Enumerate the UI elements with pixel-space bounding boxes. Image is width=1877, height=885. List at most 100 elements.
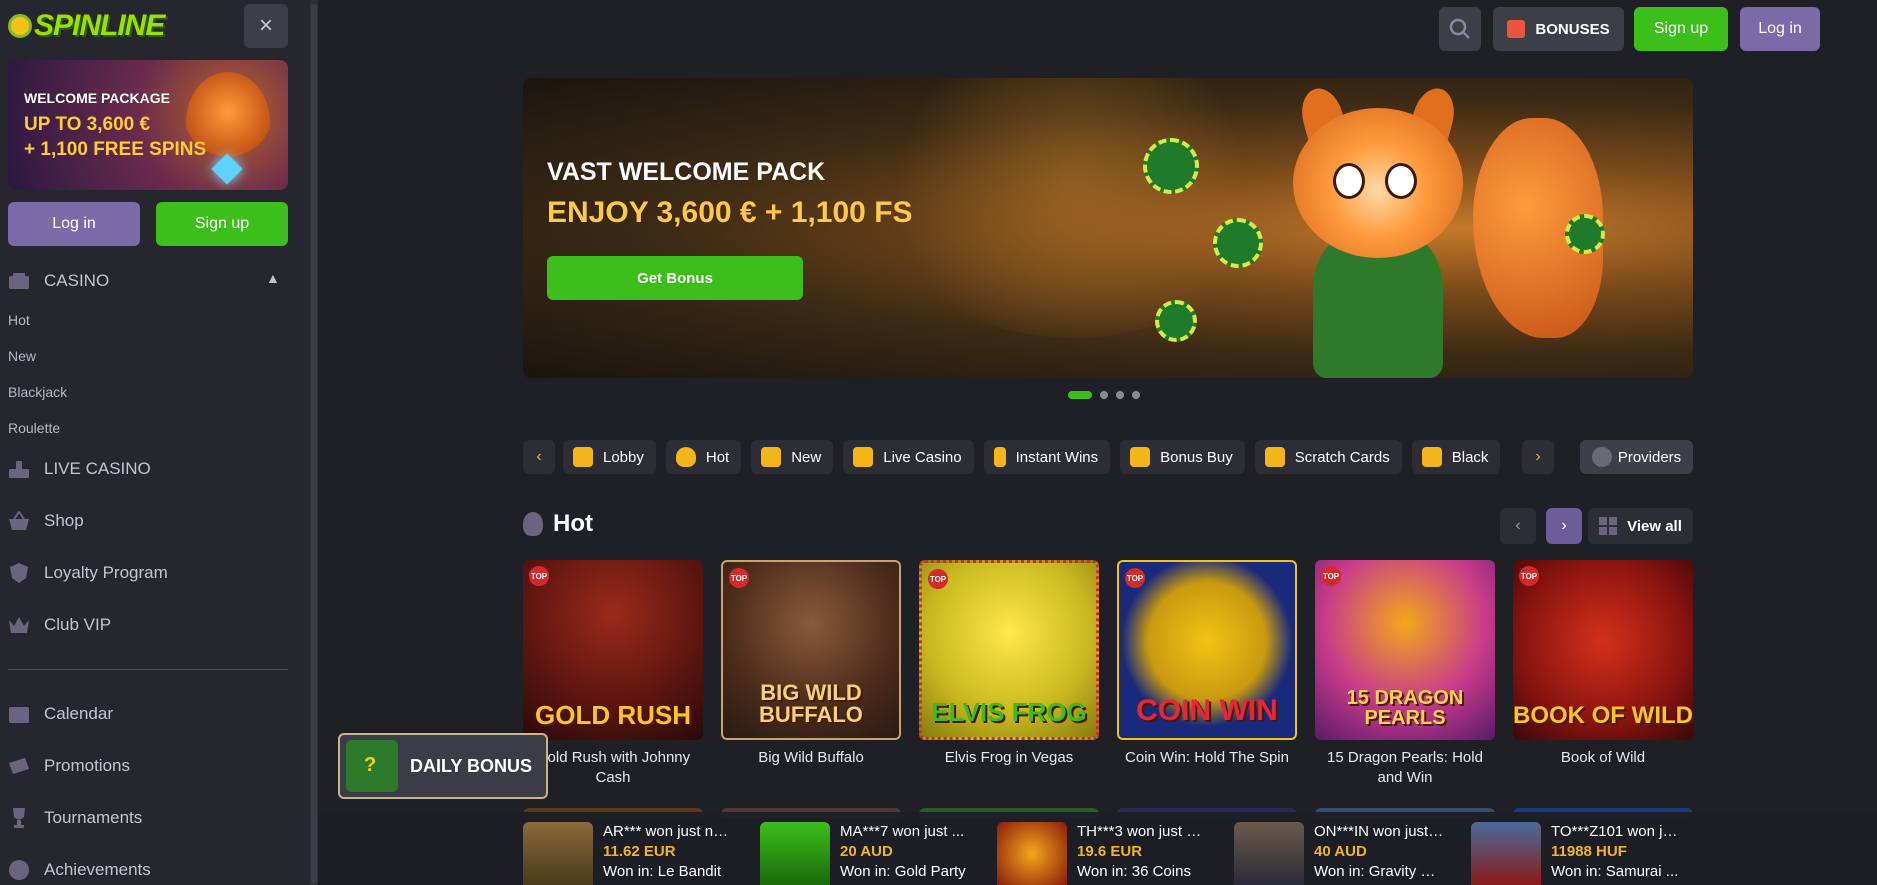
sidebar-sub-new[interactable]: New (8, 348, 36, 364)
sidebar-scrollbar[interactable] (310, 0, 318, 885)
top-badge: TOP (1519, 566, 1539, 586)
game-thumbnail[interactable]: TOP BOOK OF WILD (1513, 560, 1693, 740)
winner-item[interactable]: ON***IN won just ... 40 AUD Won in: Grav… (1234, 822, 1444, 885)
game-thumbnail[interactable]: TOP ELVIS FROG (919, 560, 1099, 740)
game-thumbnail[interactable]: TOP BIG WILD BUFFALO (721, 560, 901, 740)
winner-amount: 19.6 EUR (1077, 843, 1143, 860)
category-instant-wins[interactable]: Instant Wins (983, 440, 1111, 474)
bonuses-button[interactable]: BONUSES (1493, 7, 1624, 51)
promo-small-text: WELCOME PACKAGE (24, 90, 170, 106)
game-card[interactable]: TOP GOLD RUSH Gold Rush with Johnny Cash (523, 560, 703, 788)
shield-icon (8, 562, 30, 584)
top-badge: TOP (529, 566, 549, 586)
sidebar-item-loyalty[interactable]: Loyalty Program (8, 562, 168, 584)
search-button[interactable] (1439, 7, 1481, 51)
live-casino-icon (8, 458, 30, 480)
sidebar-item-calendar[interactable]: Calendar (8, 703, 113, 725)
winner-text: MA***7 won just ... 20 AUD Won in: Gold … (840, 822, 970, 885)
winner-game-thumbnail[interactable] (1234, 822, 1304, 885)
grid-icon (1599, 517, 1618, 535)
sidebar-item-club-vip[interactable]: Club VIP (8, 614, 111, 636)
sidebar-item-shop[interactable]: Shop (8, 510, 84, 532)
category-prev-button[interactable]: ‹ (523, 440, 555, 474)
winner-text: ON***IN won just ... 40 AUD Won in: Grav… (1314, 822, 1444, 885)
winner-item[interactable]: MA***7 won just ... 20 AUD Won in: Gold … (760, 822, 970, 885)
sidebar: SPINLINE × WELCOME PACKAGE UP TO 3,600 €… (0, 0, 310, 885)
winner-game-thumbnail[interactable] (760, 822, 830, 885)
game-card[interactable]: TOP COIN WIN Coin Win: Hold The Spin (1117, 560, 1297, 768)
carousel-dot-2[interactable] (1100, 391, 1108, 399)
category-bonus-buy[interactable]: Bonus Buy (1120, 440, 1245, 474)
carousel-dot-1[interactable] (1068, 391, 1092, 399)
get-bonus-button[interactable]: Get Bonus (547, 256, 803, 300)
game-card[interactable]: TOP 15 DRAGON PEARLS 15 Dragon Pearls: H… (1315, 560, 1495, 788)
sidebar-signup-button[interactable]: Sign up (156, 202, 288, 246)
logo-text: SPINLINE (34, 9, 165, 42)
winner-item[interactable]: AR*** won just no... 11.62 EUR Won in: L… (523, 822, 733, 885)
sidebar-login-button[interactable]: Log in (8, 202, 140, 246)
category-scratch-cards[interactable]: Scratch Cards (1254, 440, 1402, 474)
winner-name: MA***7 won just ... (840, 823, 965, 840)
slot-machine-icon (573, 447, 593, 467)
chevron-left-icon: ‹ (536, 448, 542, 465)
scrollbar-thumb[interactable] (311, 4, 317, 884)
squirrel-mascot-icon (1263, 83, 1493, 378)
sidebar-sub-roulette[interactable]: Roulette (8, 420, 60, 436)
game-art-title: BIG WILD BUFFALO (759, 680, 863, 727)
winner-item[interactable]: TH***3 won just n... 19.6 EUR Won in: 36… (997, 822, 1207, 885)
game-name: Coin Win: Hold The Spin (1125, 749, 1289, 766)
winner-name: AR*** won just no... (603, 823, 733, 840)
sidebar-item-live-casino[interactable]: LIVE CASINO (8, 458, 151, 480)
winner-game: Won in: Le Bandit (603, 863, 722, 880)
category-new[interactable]: New (751, 440, 834, 474)
game-thumbnail[interactable]: TOP GOLD RUSH (523, 560, 703, 740)
chevron-right-icon: › (1535, 448, 1541, 465)
daily-bonus-button[interactable]: ? DAILY BONUS (338, 733, 548, 799)
hero-title: VAST WELCOME PACK (547, 158, 826, 186)
providers-label: Providers (1617, 448, 1682, 466)
winner-game-thumbnail[interactable] (997, 822, 1067, 885)
game-card[interactable]: TOP ELVIS FROG Elvis Frog in Vegas (919, 560, 1099, 768)
category-next-button[interactable]: › (1522, 440, 1554, 474)
sidebar-item-casino[interactable]: CASINO (8, 270, 109, 292)
sidebar-item-achievements[interactable]: Achievements (8, 859, 151, 881)
header-login-button[interactable]: Log in (1740, 7, 1820, 51)
view-all-button[interactable]: View all (1588, 508, 1693, 544)
hero-banner[interactable]: VAST WELCOME PACK ENJOY 3,600 € + 1,100 … (523, 78, 1693, 378)
providers-button[interactable]: Providers (1580, 440, 1693, 474)
game-thumbnail[interactable]: TOP 15 DRAGON PEARLS (1315, 560, 1495, 740)
sidebar-sub-blackjack[interactable]: Blackjack (8, 384, 67, 400)
winner-name: ON***IN won just ... (1314, 823, 1444, 840)
winner-amount: 20 AUD (840, 843, 893, 860)
top-badge: TOP (928, 569, 948, 589)
game-card[interactable]: TOP BOOK OF WILD Book of Wild (1513, 560, 1693, 768)
sidebar-sub-hot[interactable]: Hot (8, 312, 30, 328)
winner-game-thumbnail[interactable] (1471, 822, 1541, 885)
carousel-dot-4[interactable] (1132, 391, 1140, 399)
casino-chip-icon (1155, 300, 1197, 342)
sidebar-item-promotions[interactable]: Promotions (8, 755, 130, 777)
category-live-casino[interactable]: Live Casino (843, 440, 974, 474)
game-art-title: ELVIS FROG (931, 697, 1087, 727)
category-blackjack[interactable]: Black (1411, 440, 1501, 474)
hot-prev-button[interactable]: ‹ (1500, 508, 1536, 544)
winner-item[interactable]: TO***Z101 won jus... 11988 HUF Won in: S… (1471, 822, 1681, 885)
hot-next-button[interactable]: › (1546, 508, 1582, 544)
view-all-label: View all (1627, 517, 1682, 535)
game-thumbnail[interactable]: TOP COIN WIN (1117, 560, 1297, 740)
daily-bonus-label: DAILY BONUS (410, 755, 533, 776)
flame-icon (675, 447, 696, 467)
treasure-chest-icon (1130, 447, 1151, 467)
category-hot[interactable]: Hot (665, 440, 742, 474)
welcome-package-banner[interactable]: WELCOME PACKAGE UP TO 3,600 € + 1,100 FR… (8, 60, 288, 190)
winner-game-thumbnail[interactable] (523, 822, 593, 885)
close-sidebar-button[interactable]: × (244, 4, 288, 48)
game-card[interactable]: TOP BIG WILD BUFFALO Big Wild Buffalo (721, 560, 901, 768)
header-signup-button[interactable]: Sign up (1634, 7, 1728, 51)
chevron-up-icon[interactable]: ▲ (266, 270, 280, 286)
category-lobby[interactable]: Lobby (563, 440, 656, 474)
sidebar-item-tournaments[interactable]: Tournaments (8, 807, 142, 829)
spinline-logo[interactable]: SPINLINE (8, 6, 165, 46)
carousel-dot-3[interactable] (1116, 391, 1124, 399)
winner-game: Won in: Samurai ... (1551, 863, 1679, 880)
